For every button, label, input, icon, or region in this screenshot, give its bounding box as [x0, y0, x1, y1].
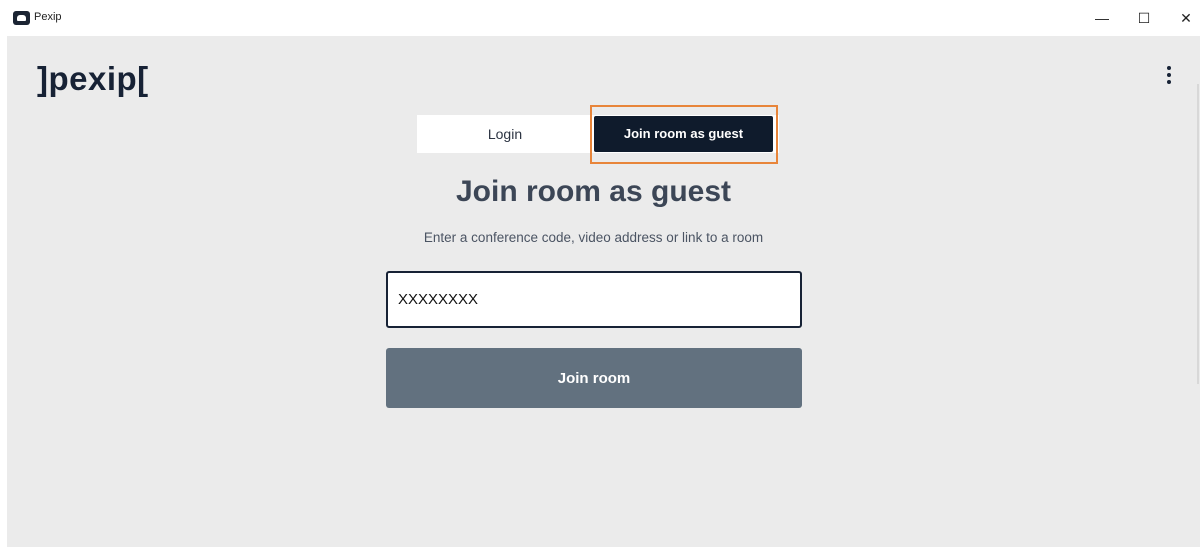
login-mode-tabs: Login Join room as guest [417, 115, 779, 153]
page-subtitle: Enter a conference code, video address o… [423, 230, 764, 245]
pexip-app-icon [13, 11, 30, 25]
tab-login[interactable]: Login [417, 115, 593, 153]
window-title: Pexip [34, 11, 62, 23]
more-vertical-icon[interactable] [1163, 66, 1175, 90]
maximize-button[interactable]: ☐ [1134, 8, 1154, 28]
window-titlebar: Pexip — ☐ ✕ [0, 0, 1200, 36]
close-button[interactable]: ✕ [1176, 8, 1196, 28]
scrollbar[interactable] [1197, 84, 1199, 384]
minimize-button[interactable]: — [1092, 8, 1112, 28]
pexip-logo: ]pexip[ [37, 60, 149, 97]
room-address-input[interactable] [386, 271, 802, 328]
join-room-button[interactable]: Join room [386, 348, 802, 408]
tab-join-room-as-guest[interactable]: Join room as guest [594, 116, 773, 152]
page-title: Join room as guest [455, 175, 732, 208]
